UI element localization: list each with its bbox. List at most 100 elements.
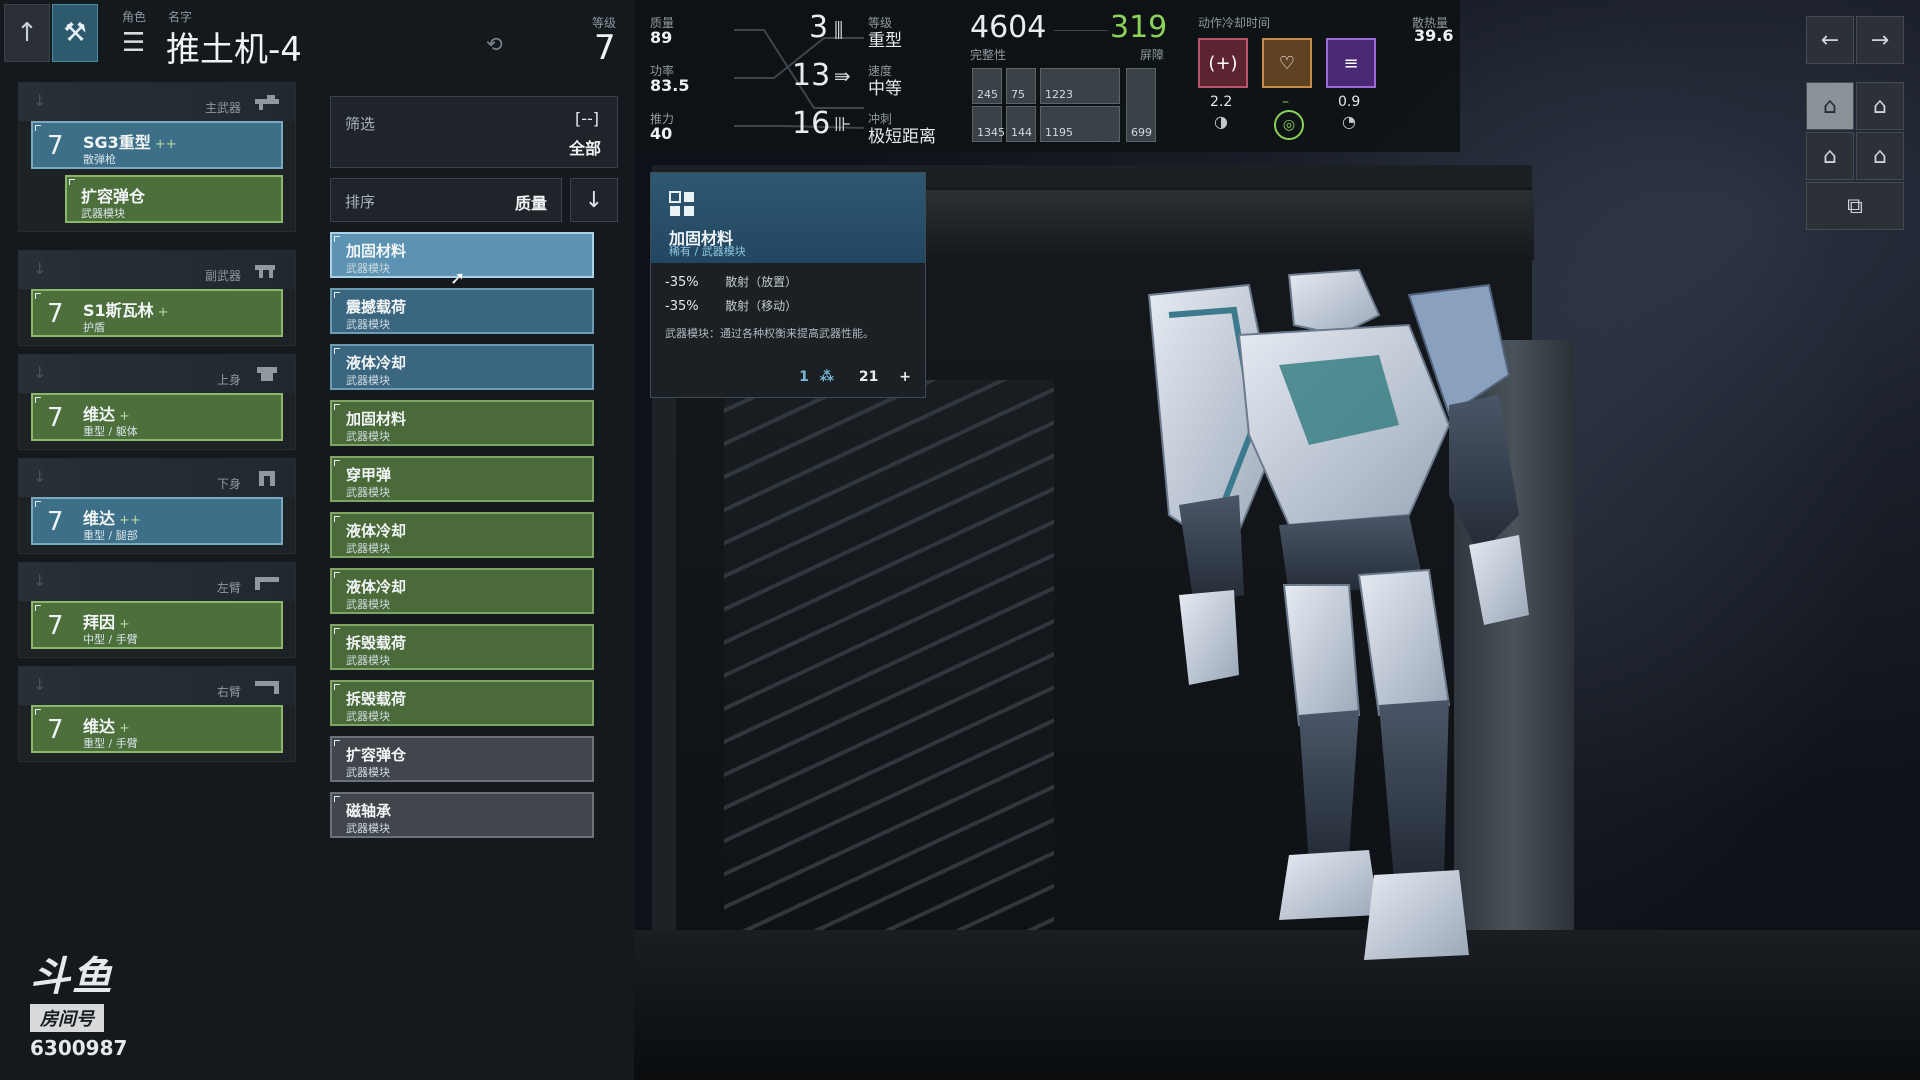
item-sub: 武器模块: [346, 486, 390, 499]
slot-card-left-arm[interactable]: 7 拜因 + 中型 / 手臂: [31, 601, 283, 649]
mech-model[interactable]: [1029, 255, 1589, 1035]
gauge-cell: 144: [1006, 106, 1036, 142]
item-sub: 武器模块: [346, 822, 390, 835]
ability-shield-icon[interactable]: ♡: [1262, 38, 1312, 88]
dash-icon: ⊪: [834, 112, 852, 136]
sort-direction-button[interactable]: ↓: [570, 178, 618, 222]
back-up-button[interactable]: ↑: [4, 4, 50, 62]
slot-card-primary[interactable]: 7 SG3重型 ++ 散弹枪: [31, 121, 283, 169]
weapon-icon: [255, 265, 275, 278]
view-base-button[interactable]: ⌂: [1856, 132, 1904, 180]
view-garage-button[interactable]: ⌂: [1806, 132, 1854, 180]
role-list-icon[interactable]: ☰: [122, 28, 145, 58]
slot-card-legs[interactable]: 7 维达 ++ 重型 / 腿部: [31, 497, 283, 545]
item-name: 震撼载荷: [346, 298, 407, 316]
item-sub: 武器模块: [346, 766, 390, 779]
item-sub: 武器模块: [346, 654, 390, 667]
arrow-right-icon: →: [1870, 27, 1890, 53]
cooldown-spiral-icon: ◑: [1214, 112, 1228, 131]
speed-number: 13: [792, 58, 831, 93]
inventory-item[interactable]: 穿甲弹 武器模块: [330, 456, 594, 502]
slot-category: 主武器: [204, 101, 241, 115]
mech-name[interactable]: 推土机-4: [166, 22, 302, 71]
thrust-value: 40: [650, 124, 673, 143]
hangar-scene: [634, 0, 1920, 1080]
integrity-value: 4604: [970, 10, 1047, 45]
inventory-item[interactable]: 扩容弹仓 武器模块: [330, 736, 594, 782]
inventory-item[interactable]: 拆毁载荷 武器模块: [330, 624, 594, 670]
corner-tick: [35, 397, 41, 403]
filter-dropdown[interactable]: 筛选 [--] 全部: [330, 96, 618, 168]
inventory-item[interactable]: 加固材料 武器模块: [330, 400, 594, 446]
class-value: 重型: [868, 31, 902, 51]
slot-card-right-arm[interactable]: 7 维达 + 重型 / 手臂: [31, 705, 283, 753]
cooldown-label: 动作冷却时间: [1198, 16, 1271, 30]
slot-name-text: 维达: [83, 509, 116, 528]
corner-tick: [334, 572, 340, 578]
prev-button[interactable]: ←: [1806, 16, 1854, 64]
stat-percent: -35%: [665, 299, 699, 314]
hangar-tab-button[interactable]: ⚒: [52, 4, 98, 62]
rename-icon[interactable]: ⟲: [486, 32, 503, 56]
corner-tick: [35, 709, 41, 715]
slot-header: ↓ 右臂: [19, 667, 295, 705]
hangar-icon: ⌂: [1823, 93, 1837, 119]
slot-category: 副武器: [204, 269, 241, 283]
slot-sub: 散弹枪: [83, 153, 116, 166]
item-name: 加固材料: [346, 242, 407, 260]
ability-repair-icon[interactable]: (+): [1198, 38, 1248, 88]
corner-tick: [334, 404, 340, 410]
slot-sub: 重型 / 手臂: [83, 737, 138, 750]
watermark-room-number: 6300987: [30, 1036, 128, 1060]
screenshot-button[interactable]: ⧉: [1806, 182, 1904, 230]
slot-card-torso[interactable]: 7 维达 + 重型 / 躯体: [31, 393, 283, 441]
mouse-cursor-icon: ➚: [450, 268, 466, 289]
slot-level: 7: [47, 715, 64, 745]
slot-group-legs: ↓ 下身 7 维达 ++ 重型 / 腿部: [18, 458, 296, 554]
slot-group-torso: ↓ 上身 7 维达 + 重型 / 躯体: [18, 354, 296, 450]
wrench-hammer-icon: ⚒: [63, 18, 87, 48]
slot-plus: ++: [154, 137, 177, 152]
corner-tick: [334, 796, 340, 802]
next-button[interactable]: →: [1856, 16, 1904, 64]
slot-name: S1斯瓦林 +: [83, 297, 169, 321]
item-sub: 武器模块: [346, 374, 390, 387]
sort-value: 质量: [514, 194, 547, 213]
slot-plus: +: [119, 617, 130, 632]
gauge-cell: 75: [1006, 68, 1036, 104]
class-number: 3: [809, 10, 829, 45]
streamer-watermark: 斗鱼 房间号 6300987: [30, 944, 140, 1060]
inventory-item[interactable]: 液体冷却 武器模块: [330, 568, 594, 614]
sort-label: 排序: [345, 193, 376, 211]
inventory-item[interactable]: 磁轴承 武器模块: [330, 792, 594, 838]
slot-sub: 护盾: [83, 321, 105, 334]
slot-name: SG3重型 ++: [83, 129, 177, 153]
corner-tick: [334, 684, 340, 690]
slot-card-secondary[interactable]: 7 S1斯瓦林 + 护盾: [31, 289, 283, 337]
item-name: 加固材料: [346, 410, 407, 428]
right-arm-icon: [255, 681, 279, 694]
item-name: 拆毁载荷: [346, 690, 407, 708]
slot-plus: +: [157, 305, 169, 320]
inventory-item[interactable]: 液体冷却 武器模块: [330, 512, 594, 558]
slot-level: 7: [47, 507, 64, 537]
ability-boost-icon[interactable]: ≡: [1326, 38, 1376, 88]
inventory-item[interactable]: 液体冷却 武器模块: [330, 344, 594, 390]
sort-dropdown[interactable]: 排序 质量: [330, 178, 562, 222]
slot-name-text: S1斯瓦林: [83, 301, 154, 320]
slot-card-module[interactable]: 扩容弹仓 武器模块: [65, 175, 283, 223]
tooltip-footer: 1 ⁂ 21 +: [799, 369, 911, 385]
gauge-cell: 1345: [972, 106, 1005, 142]
slot-group-left-arm: ↓ 左臂 7 拜因 + 中型 / 手臂: [18, 562, 296, 658]
corner-tick: [334, 740, 340, 746]
class-icon: ⫼: [834, 18, 844, 42]
corner-tick: [35, 125, 41, 131]
inventory-item[interactable]: 震撼载荷 武器模块: [330, 288, 594, 334]
torso-icon: [257, 367, 277, 381]
view-hangar-button[interactable]: ⌂: [1806, 82, 1854, 130]
view-home-button[interactable]: ⌂: [1856, 82, 1904, 130]
gauge-cell: 245: [972, 68, 1002, 104]
corner-tick: [35, 293, 41, 299]
inventory-item[interactable]: 拆毁载荷 武器模块: [330, 680, 594, 726]
slot-sub: 中型 / 手臂: [83, 633, 138, 646]
